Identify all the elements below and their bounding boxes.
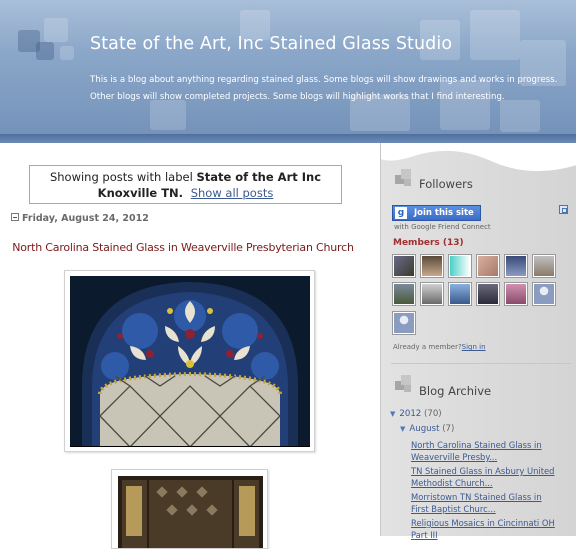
google-friend-connect-text: with Google Friend Connect xyxy=(394,223,491,231)
follower-avatar-default[interactable] xyxy=(532,282,556,306)
post-title[interactable]: North Carolina Stained Glass in Weavervi… xyxy=(0,241,366,254)
widget-squares-icon xyxy=(395,169,413,187)
header-decor-square xyxy=(36,42,54,60)
blog-description: This is a blog about anything regarding … xyxy=(90,75,558,102)
archive-month-count: (7) xyxy=(442,424,455,434)
blog-header: State of the Art, Inc Stained Glass Stud… xyxy=(0,0,576,134)
header-decor-square xyxy=(60,46,74,60)
stained-glass-window-picture xyxy=(118,476,263,548)
label-filter-box: Showing posts with label State of the Ar… xyxy=(29,165,342,204)
triangle-down-icon[interactable]: ▼ xyxy=(400,425,405,433)
follower-avatar[interactable] xyxy=(532,254,556,278)
post-image-stained-glass-arch[interactable] xyxy=(64,270,315,452)
archive-post-link[interactable]: North Carolina Stained Glass in Weavervi… xyxy=(411,439,561,463)
label-prefix: Showing posts with label xyxy=(49,170,193,184)
archive-month[interactable]: August xyxy=(409,424,439,434)
follower-avatar[interactable] xyxy=(392,254,416,278)
already-member-row: Already a member?Sign in xyxy=(393,343,486,351)
blog-title[interactable]: State of the Art, Inc Stained Glass Stud… xyxy=(90,34,452,54)
follower-avatar[interactable] xyxy=(476,254,500,278)
stained-glass-arch-picture xyxy=(70,276,310,447)
sign-in-link[interactable]: Sign in xyxy=(462,343,486,351)
followers-title: Followers xyxy=(419,177,473,191)
archive-year-row[interactable]: ▼ 2012 (70) xyxy=(390,409,442,419)
follower-avatar[interactable] xyxy=(448,254,472,278)
archive-month-row[interactable]: ▼ August (7) xyxy=(400,424,454,434)
header-divider xyxy=(0,134,576,143)
archive-year-count: (70) xyxy=(424,409,442,419)
members-count: Members (13) xyxy=(393,238,464,248)
join-label: Join this site xyxy=(414,208,474,218)
archive-year[interactable]: 2012 xyxy=(399,409,421,419)
follower-avatar[interactable] xyxy=(476,282,500,306)
follower-avatar[interactable] xyxy=(420,254,444,278)
header-decor-square xyxy=(44,18,68,42)
main-column: Showing posts with label State of the Ar… xyxy=(0,143,380,549)
follower-avatar[interactable] xyxy=(448,282,472,306)
collapse-minus-icon[interactable] xyxy=(11,213,19,221)
follower-avatar[interactable] xyxy=(420,282,444,306)
popout-icon[interactable] xyxy=(559,205,568,214)
triangle-down-icon[interactable]: ▼ xyxy=(390,410,395,418)
follower-avatar[interactable] xyxy=(504,254,528,278)
follower-avatar[interactable] xyxy=(392,282,416,306)
post-date: Friday, August 24, 2012 xyxy=(22,213,149,224)
google-g-icon: g xyxy=(395,207,407,219)
widget-separator xyxy=(391,363,571,364)
follower-avatar-default[interactable] xyxy=(392,311,416,335)
archive-post-link[interactable]: Morristown TN Stained Glass in First Bap… xyxy=(411,491,561,515)
blog-archive-title: Blog Archive xyxy=(419,384,492,398)
already-member-text: Already a member? xyxy=(393,343,462,351)
join-this-site-button[interactable]: g Join this site xyxy=(392,205,481,221)
header-decor-square xyxy=(470,10,520,60)
follower-avatar[interactable] xyxy=(504,282,528,306)
post-date-header: Friday, August 24, 2012 xyxy=(11,213,149,224)
widget-squares-icon xyxy=(395,375,413,393)
post-image-stained-glass-window[interactable] xyxy=(111,469,268,549)
archive-post-link[interactable]: TN Stained Glass in Asbury United Method… xyxy=(411,465,561,489)
archive-post-link[interactable]: Religious Mosaics in Cincinnati OH Part … xyxy=(411,517,561,541)
show-all-posts-link[interactable]: Show all posts xyxy=(191,186,274,200)
sidebar: Followers g Join this site with Google Fr… xyxy=(380,143,576,540)
